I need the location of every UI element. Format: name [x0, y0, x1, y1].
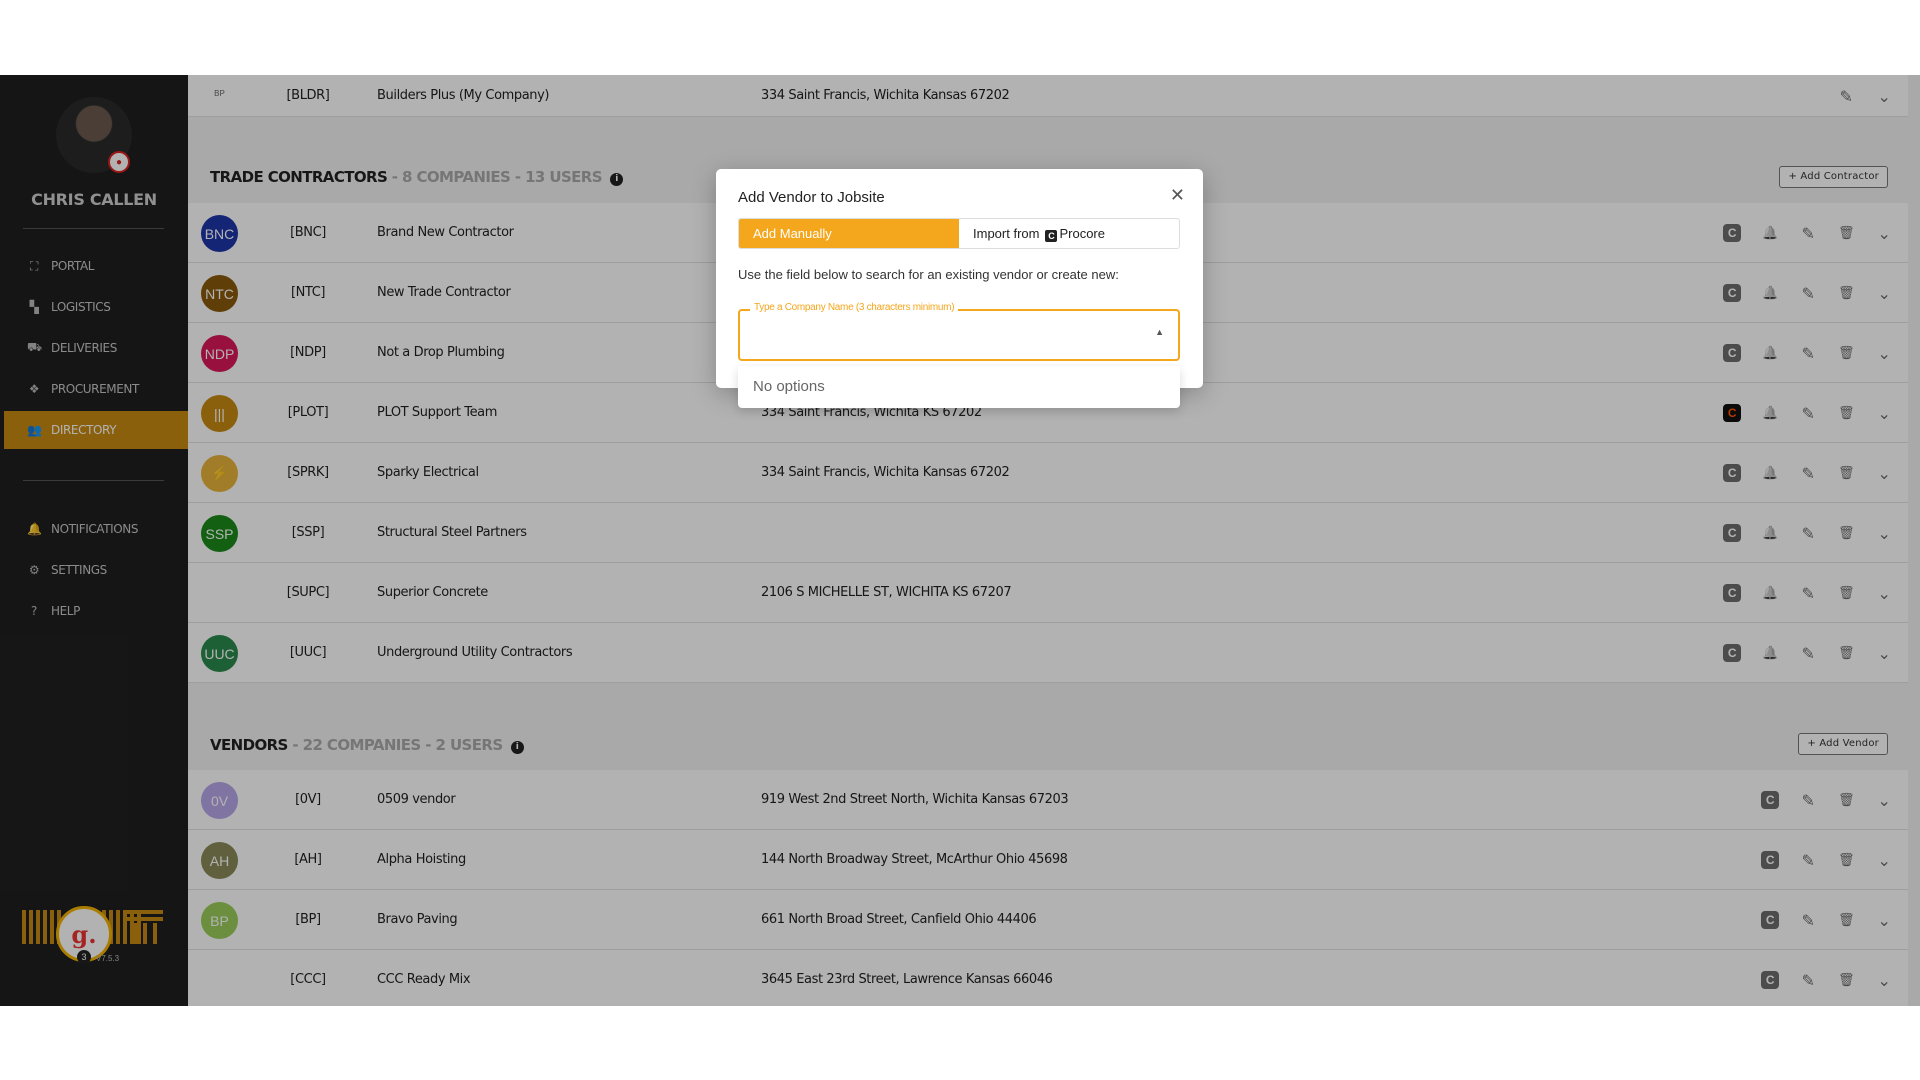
modal-description: Use the field below to search for an exi…: [738, 267, 1119, 282]
tab-import-source: Procore: [1059, 226, 1105, 241]
field-label: Type a Company Name (3 characters minimu…: [750, 302, 959, 313]
app-frame: ● CHRIS CALLEN ⛶ PORTAL ▚ LOGISTICS ⛟ DELIVER…: [0, 75, 1920, 1006]
procore-icon: C: [1045, 230, 1058, 242]
tab-add-manually[interactable]: Add Manually: [739, 219, 959, 248]
add-mode-tabs: Add Manually Import from C Procore: [738, 218, 1180, 249]
autocomplete-dropdown: No options: [738, 366, 1180, 408]
company-name-field[interactable]: Type a Company Name (3 characters minimu…: [738, 302, 1180, 361]
close-icon[interactable]: ✕: [1170, 185, 1185, 206]
caret-up-icon[interactable]: ▲: [1155, 327, 1164, 337]
company-search-input[interactable]: [752, 321, 1132, 349]
modal-title: Add Vendor to Jobsite: [738, 189, 885, 206]
tab-import-procore[interactable]: Import from C Procore: [959, 219, 1179, 248]
no-options-text: No options: [753, 378, 825, 395]
add-vendor-modal: Add Vendor to Jobsite ✕ Add Manually Imp…: [716, 169, 1203, 388]
tab-import-prefix: Import from: [973, 226, 1040, 241]
